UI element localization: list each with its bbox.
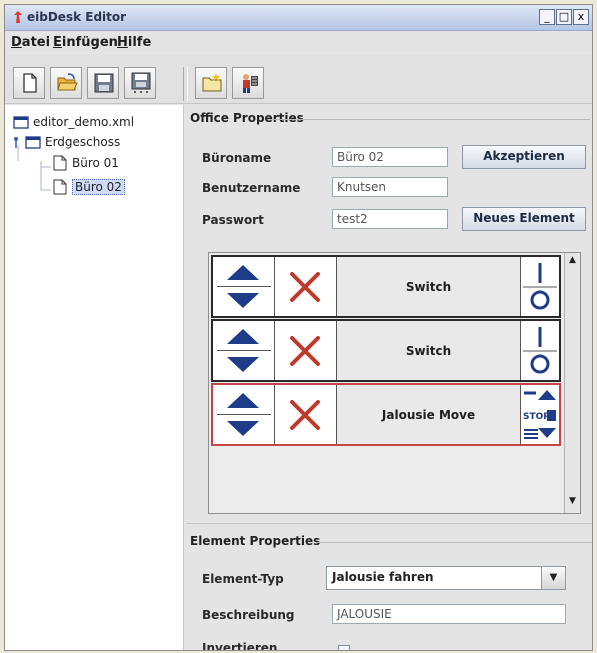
element-properties-panel: Element Properties Element-Typ Jalousie … (186, 523, 592, 651)
jalousie-icon: STOP (523, 390, 556, 439)
beschreibung-label: Beschreibung (202, 608, 295, 622)
benutzername-field[interactable]: Knutsen (332, 177, 448, 197)
tree-root-label: editor_demo.xml (33, 115, 135, 129)
move-down-icon[interactable] (225, 354, 261, 374)
buroname-field[interactable]: Büro 02 (332, 147, 448, 167)
floor-folder-icon (25, 136, 41, 149)
toolbar-separator (183, 67, 188, 101)
element-typ-value: Jalousie fahren (332, 570, 434, 584)
element-row-3[interactable]: Jalousie Move STOP (211, 383, 561, 446)
new-folder-icon (202, 73, 222, 92)
new-file-button[interactable] (13, 67, 45, 99)
tree-office-2[interactable]: Büro 02 (53, 179, 125, 195)
save-all-button[interactable] (124, 67, 156, 99)
invertieren-label: Invertieren (202, 641, 278, 651)
element-list: Switch Switch Jalousie Move STOP ▲ ▼ (208, 252, 581, 514)
tree-root[interactable]: editor_demo.xml (13, 115, 134, 129)
chevron-down-icon[interactable]: ▼ (541, 567, 565, 589)
menu-hilfe-mnemonic: H (117, 35, 128, 50)
akzeptieren-button[interactable]: Akzeptieren (462, 145, 586, 169)
new-file-icon (23, 73, 37, 93)
element-typ-select[interactable]: Jalousie fahren ▼ (326, 566, 566, 590)
save-button[interactable] (87, 67, 119, 99)
menu-einfuegen[interactable]: Einfügen (53, 35, 118, 50)
element-name: Switch (337, 257, 521, 316)
move-up-icon[interactable] (225, 391, 261, 411)
menu-bar: Datei Einfügen Hilfe (5, 31, 592, 53)
menu-hilfe-label: ilfe (127, 35, 152, 50)
app-window: eibDesk Editor _ □ x Datei Einfügen Hilf… (4, 4, 593, 651)
delete-icon[interactable] (288, 398, 322, 432)
scroll-down-icon[interactable]: ▼ (565, 494, 580, 509)
beschreibung-field[interactable]: JALOUSIE (332, 604, 566, 624)
save-icon (94, 73, 114, 93)
buroname-label: Büroname (202, 151, 272, 165)
switch-icon (523, 263, 557, 310)
move-arrows (213, 257, 275, 316)
move-up-icon[interactable] (225, 263, 261, 283)
menu-einfuegen-mnemonic: E (53, 35, 62, 50)
office-page-icon (53, 155, 67, 171)
element-name: Switch (337, 321, 521, 380)
element-typ-label: Element-Typ (202, 572, 284, 586)
delete-icon[interactable] (288, 270, 322, 304)
minimize-button[interactable]: _ (539, 9, 555, 25)
delete-icon[interactable] (288, 334, 322, 368)
move-arrows (213, 321, 275, 380)
passwort-field[interactable]: test2 (332, 209, 448, 229)
tree-office-1-label: Büro 01 (72, 156, 119, 170)
menu-datei[interactable]: Datei (11, 35, 50, 50)
expand-handle-icon[interactable] (11, 136, 21, 148)
toolbar (5, 55, 592, 104)
properties-panel: Office Properties Büroname Büro 02 Akzep… (186, 105, 592, 651)
open-folder-icon (57, 73, 78, 91)
office-page-icon (53, 179, 67, 195)
xml-file-icon (13, 116, 29, 129)
delete-cell (275, 385, 337, 444)
office-properties-title: Office Properties (190, 111, 304, 125)
element-properties-divider (316, 542, 592, 543)
switch-cell (521, 257, 559, 316)
menu-datei-mnemonic: D (11, 35, 22, 50)
add-element-button[interactable] (232, 67, 264, 99)
element-properties-title: Element Properties (190, 534, 321, 548)
add-element-icon (243, 74, 258, 93)
open-button[interactable] (50, 67, 82, 99)
switch-icon (523, 327, 557, 374)
switch-cell (521, 321, 559, 380)
menu-einfuegen-label: infügen (61, 35, 118, 50)
invertieren-checkbox[interactable] (338, 645, 350, 650)
tree-floor[interactable]: Erdgeschoss (11, 135, 120, 149)
window-title: eibDesk Editor (27, 10, 127, 24)
office-properties-divider (268, 119, 590, 120)
jalousie-stop-text: STOP (523, 412, 550, 422)
move-arrows (213, 385, 275, 444)
delete-cell (275, 257, 337, 316)
close-button[interactable]: x (573, 9, 589, 25)
menu-datei-label: atei (21, 35, 51, 50)
project-tree: editor_demo.xml Erdgeschoss Büro 01 Büro… (5, 105, 184, 650)
neues-element-button[interactable]: Neues Element (462, 207, 586, 231)
element-row-1[interactable]: Switch (211, 255, 561, 318)
scroll-up-icon[interactable]: ▲ (565, 253, 580, 268)
move-down-icon[interactable] (225, 290, 261, 310)
save-all-icon (131, 72, 151, 93)
delete-cell (275, 321, 337, 380)
tree-office-1[interactable]: Büro 01 (53, 155, 119, 171)
app-icon (14, 11, 22, 23)
tree-floor-label: Erdgeschoss (45, 135, 121, 149)
element-name: Jalousie Move (337, 385, 521, 444)
menu-hilfe[interactable]: Hilfe (117, 35, 151, 50)
element-list-scrollbar[interactable]: ▲ ▼ (564, 253, 580, 513)
element-row-2[interactable]: Switch (211, 319, 561, 382)
passwort-label: Passwort (202, 213, 264, 227)
move-up-icon[interactable] (225, 327, 261, 347)
jalousie-cell: STOP (521, 385, 559, 444)
benutzername-label: Benutzername (202, 181, 301, 195)
maximize-button[interactable]: □ (556, 9, 572, 25)
new-folder-button[interactable] (195, 67, 227, 99)
tree-office-2-label: Büro 02 (72, 179, 125, 195)
move-down-icon[interactable] (225, 418, 261, 438)
title-bar[interactable]: eibDesk Editor _ □ x (5, 5, 592, 31)
